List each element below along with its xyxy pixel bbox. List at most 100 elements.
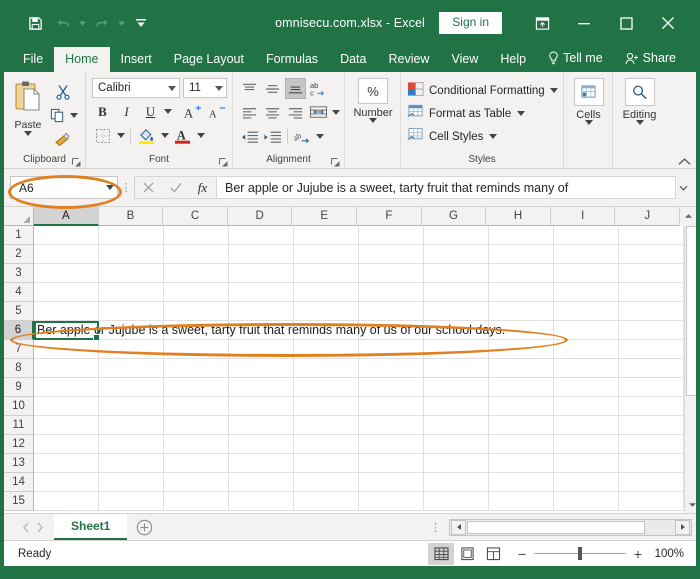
cell[interactable] <box>424 397 489 416</box>
conditional-formatting-caret-icon[interactable] <box>550 88 559 93</box>
cell[interactable] <box>619 397 684 416</box>
cell[interactable] <box>619 226 684 245</box>
orientation-button[interactable]: ab <box>292 126 313 147</box>
cell[interactable] <box>164 359 229 378</box>
cell[interactable] <box>359 473 424 492</box>
decrease-font-size-button[interactable]: A <box>206 101 227 122</box>
cell[interactable] <box>34 492 99 511</box>
redo-dropdown-caret-icon[interactable] <box>117 20 126 26</box>
cell[interactable] <box>554 492 619 511</box>
align-center-button[interactable] <box>262 102 283 123</box>
cell[interactable] <box>99 302 164 321</box>
cell[interactable] <box>489 454 554 473</box>
cell[interactable] <box>489 340 554 359</box>
cell[interactable] <box>99 473 164 492</box>
ribbon-group-number[interactable]: % Number <box>345 72 401 168</box>
cell[interactable] <box>229 340 294 359</box>
cell[interactable] <box>424 454 489 473</box>
format-as-table-button[interactable]: Format as Table <box>407 103 559 124</box>
conditional-formatting-button[interactable]: Conditional Formatting <box>407 80 559 101</box>
cell[interactable] <box>359 454 424 473</box>
row-header-5[interactable]: 5 <box>4 302 34 321</box>
row-header-9[interactable]: 9 <box>4 378 34 397</box>
row-header-10[interactable]: 10 <box>4 397 34 416</box>
cell[interactable] <box>554 302 619 321</box>
cell[interactable] <box>164 264 229 283</box>
borders-button[interactable] <box>92 125 113 146</box>
tab-insert[interactable]: Insert <box>110 47 163 73</box>
undo-dropdown-caret-icon[interactable] <box>78 20 87 26</box>
row-header-14[interactable]: 14 <box>4 473 34 492</box>
clipboard-dialog-launcher-icon[interactable] <box>72 158 81 167</box>
cell[interactable] <box>619 416 684 435</box>
tab-home[interactable]: Home <box>54 46 110 72</box>
cell[interactable] <box>554 416 619 435</box>
cell[interactable] <box>359 226 424 245</box>
cell[interactable] <box>294 283 359 302</box>
cell[interactable] <box>229 397 294 416</box>
cell[interactable] <box>229 321 294 340</box>
font-name-caret-icon[interactable] <box>167 85 176 91</box>
cell[interactable] <box>229 454 294 473</box>
maximize-icon[interactable] <box>606 9 646 37</box>
cell[interactable] <box>99 283 164 302</box>
bold-button[interactable]: B <box>92 101 113 122</box>
cell[interactable] <box>489 492 554 511</box>
merge-and-center-button[interactable] <box>308 102 329 123</box>
cell[interactable] <box>164 492 229 511</box>
cell[interactable] <box>164 397 229 416</box>
font-size-combo[interactable]: 11 <box>183 78 227 98</box>
column-header-h[interactable]: H <box>486 207 551 226</box>
cell[interactable] <box>424 283 489 302</box>
row-header-2[interactable]: 2 <box>4 245 34 264</box>
cell[interactable] <box>359 397 424 416</box>
cell[interactable] <box>294 226 359 245</box>
cell[interactable] <box>424 473 489 492</box>
row-header-11[interactable]: 11 <box>4 416 34 435</box>
tab-page-layout[interactable]: Page Layout <box>163 47 255 73</box>
zoom-control[interactable]: − + 100% <box>516 546 688 562</box>
column-header-a[interactable]: A <box>34 207 99 226</box>
fill-color-caret-icon[interactable] <box>160 133 169 138</box>
row-header-8[interactable]: 8 <box>4 359 34 378</box>
add-sheet-icon[interactable] <box>127 519 161 536</box>
cell[interactable] <box>619 454 684 473</box>
column-header-i[interactable]: I <box>550 207 616 226</box>
cell[interactable] <box>164 378 229 397</box>
cell[interactable] <box>34 397 99 416</box>
cells-icon[interactable] <box>573 78 604 106</box>
row-header-12[interactable]: 12 <box>4 435 34 454</box>
cell[interactable] <box>359 302 424 321</box>
cell[interactable] <box>34 226 99 245</box>
cell[interactable] <box>34 416 99 435</box>
enter-formula-icon[interactable] <box>162 177 189 198</box>
cell[interactable] <box>34 302 99 321</box>
cell[interactable] <box>294 416 359 435</box>
tab-tell-me[interactable]: Tell me <box>537 45 614 72</box>
cell[interactable] <box>359 435 424 454</box>
cell[interactable] <box>164 473 229 492</box>
cell[interactable] <box>99 454 164 473</box>
cell[interactable] <box>619 340 684 359</box>
format-as-table-caret-icon[interactable] <box>516 111 525 116</box>
cell[interactable] <box>99 416 164 435</box>
ribbon-group-editing[interactable]: Editing <box>613 72 665 168</box>
cell[interactable] <box>229 359 294 378</box>
row-header-4[interactable]: 4 <box>4 283 34 302</box>
cell[interactable] <box>294 397 359 416</box>
increase-font-size-button[interactable]: A <box>182 101 203 122</box>
font-color-caret-icon[interactable] <box>196 133 205 138</box>
row-header-6[interactable]: 6 <box>4 321 34 340</box>
align-bottom-button[interactable] <box>285 78 306 99</box>
cell[interactable] <box>619 435 684 454</box>
cell[interactable] <box>164 321 229 340</box>
cell[interactable] <box>294 454 359 473</box>
cell[interactable] <box>424 416 489 435</box>
name-box-caret-icon[interactable] <box>105 185 114 190</box>
minimize-icon[interactable] <box>564 9 604 37</box>
copy-dropdown-caret-icon[interactable] <box>70 113 79 118</box>
cell[interactable] <box>619 302 684 321</box>
column-header-e[interactable]: E <box>292 207 358 226</box>
editing-dropdown-caret-icon[interactable] <box>635 120 644 125</box>
increase-indent-button[interactable] <box>262 126 283 147</box>
